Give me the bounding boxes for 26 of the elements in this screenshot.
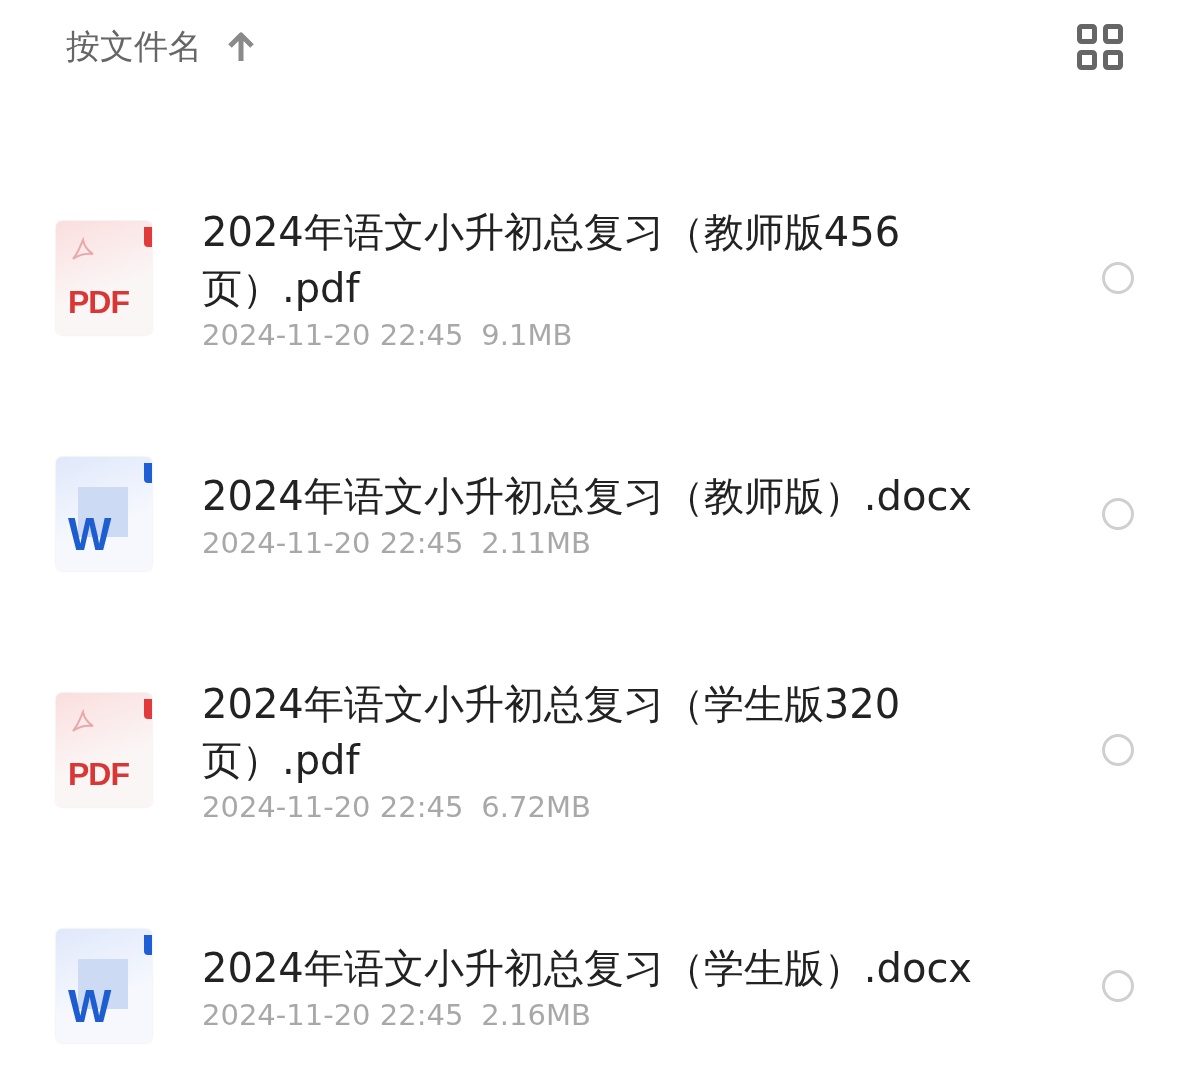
pdf-file-icon: PDF: [56, 693, 152, 807]
file-name: 2024年语文小升初总复习（教师版）.docx: [202, 472, 974, 521]
file-item[interactable]: W 2024年语文小升初总复习（学生版）.docx 2024-11-20 22:45 2.16MB: [0, 868, 1200, 1092]
file-date: 2024-11-20 22:45: [202, 998, 464, 1032]
select-radio[interactable]: [1102, 498, 1134, 530]
file-date: 2024-11-20 22:45: [202, 790, 464, 824]
select-radio[interactable]: [1102, 734, 1134, 766]
file-size: 9.1MB: [481, 318, 573, 352]
file-name: 2024年语文小升初总复习（教师版456页）.pdf: [202, 208, 902, 313]
file-item[interactable]: PDF 2024年语文小升初总复习（学生版320页）.pdf 2024-11-20 22:45 6.72MB: [0, 632, 1200, 868]
grid-view-icon[interactable]: [1076, 23, 1124, 71]
sort-label[interactable]: 按文件名: [66, 24, 202, 70]
select-radio[interactable]: [1102, 970, 1134, 1002]
file-name: 2024年语文小升初总复习（学生版）.docx: [202, 944, 974, 993]
file-item[interactable]: W 2024年语文小升初总复习（教师版）.docx 2024-11-20 22:45 2.11MB: [0, 396, 1200, 632]
select-radio[interactable]: [1102, 262, 1134, 294]
file-size: 2.11MB: [481, 526, 591, 560]
file-name: 2024年语文小升初总复习（学生版320页）.pdf: [202, 680, 902, 785]
document-file-icon: W: [56, 929, 152, 1043]
document-file-icon: W: [56, 457, 152, 571]
file-item[interactable]: PDF 2024年语文小升初总复习（教师版456页）.pdf 2024-11-20 22:45 9.1MB: [0, 160, 1200, 396]
file-date: 2024-11-20 22:45: [202, 526, 464, 560]
file-size: 2.16MB: [481, 998, 591, 1032]
pdf-file-icon: PDF: [56, 221, 152, 335]
file-size: 6.72MB: [481, 790, 591, 824]
file-date: 2024-11-20 22:45: [202, 318, 464, 352]
